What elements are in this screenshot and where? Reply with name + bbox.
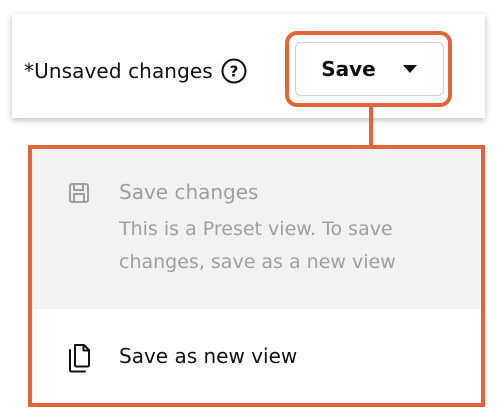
menu-item-label: Save changes (119, 180, 259, 204)
copy-icon (66, 343, 92, 373)
svg-text:?: ? (229, 63, 238, 81)
unsaved-changes-label: *Unsaved changes (24, 59, 213, 83)
menu-item-save-as-new-view[interactable]: Save as new view (32, 309, 481, 403)
save-button-label: Save (321, 57, 376, 81)
menu-item-save-changes: Save changes This is a Preset view. To s… (32, 149, 481, 309)
menu-item-label: Save as new view (119, 344, 298, 368)
menu-item-description: This is a Preset view. To save changes, … (119, 218, 396, 273)
save-dropdown-button[interactable]: Save (295, 42, 444, 96)
unsaved-changes-indicator: *Unsaved changes ? (24, 54, 247, 88)
callout-connector (369, 107, 373, 147)
question-circle-icon[interactable]: ? (221, 58, 247, 84)
save-dropdown-menu: Save changes This is a Preset view. To s… (28, 145, 485, 407)
caret-down-icon (402, 64, 418, 74)
floppy-disk-icon (68, 182, 90, 204)
